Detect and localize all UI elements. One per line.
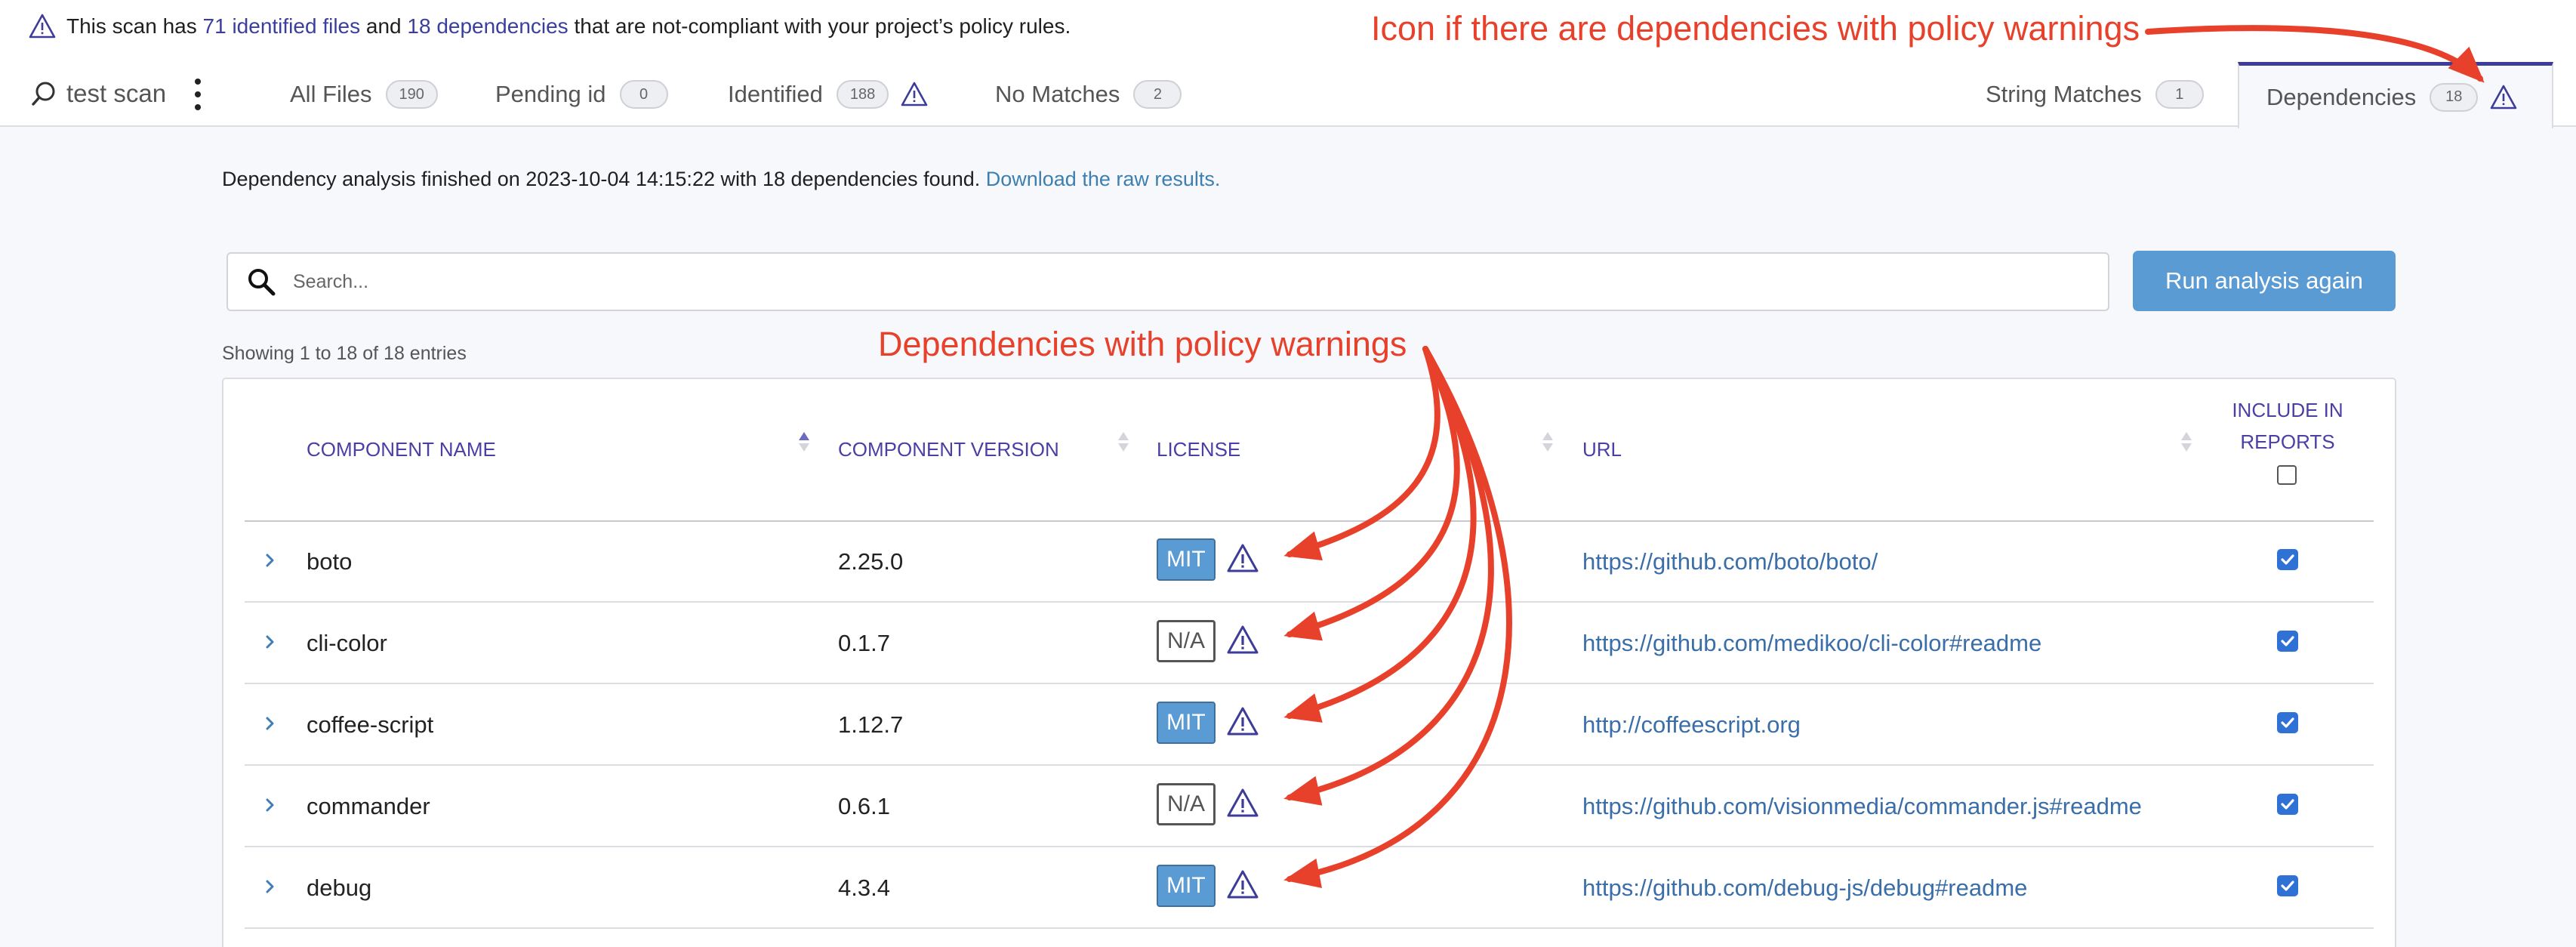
include-checkbox[interactable] [2277,549,2298,570]
warning-triangle-icon [901,82,928,106]
table-row: debug 4.3.4 MIT https://github.com/debug… [245,847,2374,927]
tab-label: Pending id [495,81,606,107]
table-row: boto 2.25.0 MIT https://github.com/boto/… [245,521,2374,601]
count-badge: 190 [385,80,438,109]
tab-no-matches[interactable]: No Matches 2 [995,62,1182,127]
table-row: coffee-script 1.12.7 MIT http://coffeesc… [245,684,2374,764]
entries-count: Showing 1 to 18 of 18 entries [222,343,467,364]
component-version: 1.12.7 [838,711,904,738]
column-header-include-in-reports: INCLUDE IN REPORTS [2205,394,2371,458]
policy-notice: This scan has 71 identified files and 18… [29,11,1071,42]
chevron-right-icon[interactable] [260,550,281,571]
include-header-line1: INCLUDE IN [2232,399,2343,421]
component-url-link[interactable]: https://github.com/debug-js/debug#readme [1582,875,2027,902]
component-url-link[interactable]: https://github.com/medikoo/cli-color#rea… [1582,630,2041,657]
component-version: 0.6.1 [838,793,890,819]
count-badge: 0 [619,80,668,109]
notice-suffix: that are not-compliant with your project… [574,14,1071,38]
sort-asc-icon[interactable] [797,429,812,464]
sort-icon[interactable] [1540,429,1555,464]
warning-triangle-icon [29,14,56,39]
count-badge: 1 [2155,80,2204,109]
component-name: commander [307,793,430,819]
component-name: boto [307,548,353,575]
warning-triangle-icon [1227,870,1259,899]
component-name: debug [307,875,372,901]
tab-label: String Matches [1986,81,2142,107]
column-header-component-version[interactable]: COMPONENT VERSION [838,438,1059,461]
license-badge: MIT [1157,702,1216,744]
component-name: cli-color [307,630,387,656]
column-header-url[interactable]: URL [1582,438,1622,461]
component-url-link[interactable]: https://github.com/visionmedia/commander… [1582,793,2142,820]
license-badge: N/A [1157,620,1216,662]
warning-triangle-icon [1227,625,1259,654]
search-icon [248,269,276,296]
warning-triangle-icon [1227,788,1259,817]
component-url-link[interactable]: https://github.com/boto/boto/ [1582,548,1878,575]
component-version: 0.1.7 [838,630,890,656]
tab-dependencies[interactable]: Dependencies 18 [2238,62,2553,128]
warning-triangle-icon [1227,707,1259,736]
dependencies-link[interactable]: 18 dependencies [407,14,568,39]
include-checkbox[interactable] [2277,712,2298,733]
tab-label: Dependencies [2266,83,2417,110]
column-header-component-name[interactable]: COMPONENT NAME [307,438,496,461]
include-checkbox[interactable] [2277,631,2298,652]
download-raw-results-link[interactable]: Download the raw results. [986,168,1221,190]
tab-label: No Matches [995,81,1120,107]
search-scan-icon [32,82,55,106]
analysis-text: Dependency analysis finished on 2023-10-… [222,168,981,190]
run-analysis-button[interactable]: Run analysis again [2133,251,2396,311]
select-all-checkbox[interactable] [2277,465,2297,485]
scan-title: test scan [30,72,166,115]
license-badge: MIT [1157,538,1216,581]
license-badge: N/A [1157,783,1216,825]
kebab-menu-icon[interactable] [190,79,205,110]
count-badge: 18 [2430,82,2479,112]
warning-triangle-icon [2490,85,2517,109]
license-badge: MIT [1157,865,1216,907]
tab-label: All Files [290,81,372,107]
tab-pending-id[interactable]: Pending id 0 [495,62,668,127]
search-input[interactable] [293,270,2029,293]
include-checkbox[interactable] [2277,794,2298,815]
identified-files-link[interactable]: 71 identified files [203,14,361,39]
chevron-right-icon[interactable] [260,631,281,652]
tab-identified[interactable]: Identified 188 [728,62,928,127]
notice-prefix: This scan has [66,14,197,38]
include-checkbox[interactable] [2277,875,2298,896]
analysis-status: Dependency analysis finished on 2023-10-… [222,168,1220,191]
notice-middle: and [365,14,402,38]
column-header-license[interactable]: LICENSE [1157,438,1240,461]
component-name: coffee-script [307,711,434,738]
annotation-policy-rows: Dependencies with policy warnings [878,325,1407,363]
count-badge: 2 [1133,80,1182,109]
sort-icon[interactable] [1116,429,1131,464]
warning-triangle-icon [1227,544,1259,572]
scan-name: test scan [66,79,167,107]
chevron-right-icon[interactable] [260,713,281,734]
chevron-right-icon[interactable] [260,876,281,897]
search-box [226,252,2109,311]
component-version: 2.25.0 [838,548,904,575]
tab-string-matches[interactable]: String Matches 1 [1986,62,2204,127]
include-header-line2: REPORTS [2240,430,2335,453]
sort-icon[interactable] [2179,429,2194,464]
table-row: cli-color 0.1.7 N/A https://github.com/m… [245,603,2374,683]
component-version: 4.3.4 [838,875,890,901]
component-url-link[interactable]: http://coffeescript.org [1582,711,1801,739]
tab-all-files[interactable]: All Files 190 [290,62,438,127]
chevron-right-icon[interactable] [260,794,281,816]
annotation-tab-icon: Icon if there are dependencies with poli… [1371,9,2140,48]
table-row: commander 0.6.1 N/A https://github.com/v… [245,766,2374,846]
count-badge: 188 [836,80,889,109]
tab-label: Identified [728,81,823,107]
row-divider [245,927,2374,929]
